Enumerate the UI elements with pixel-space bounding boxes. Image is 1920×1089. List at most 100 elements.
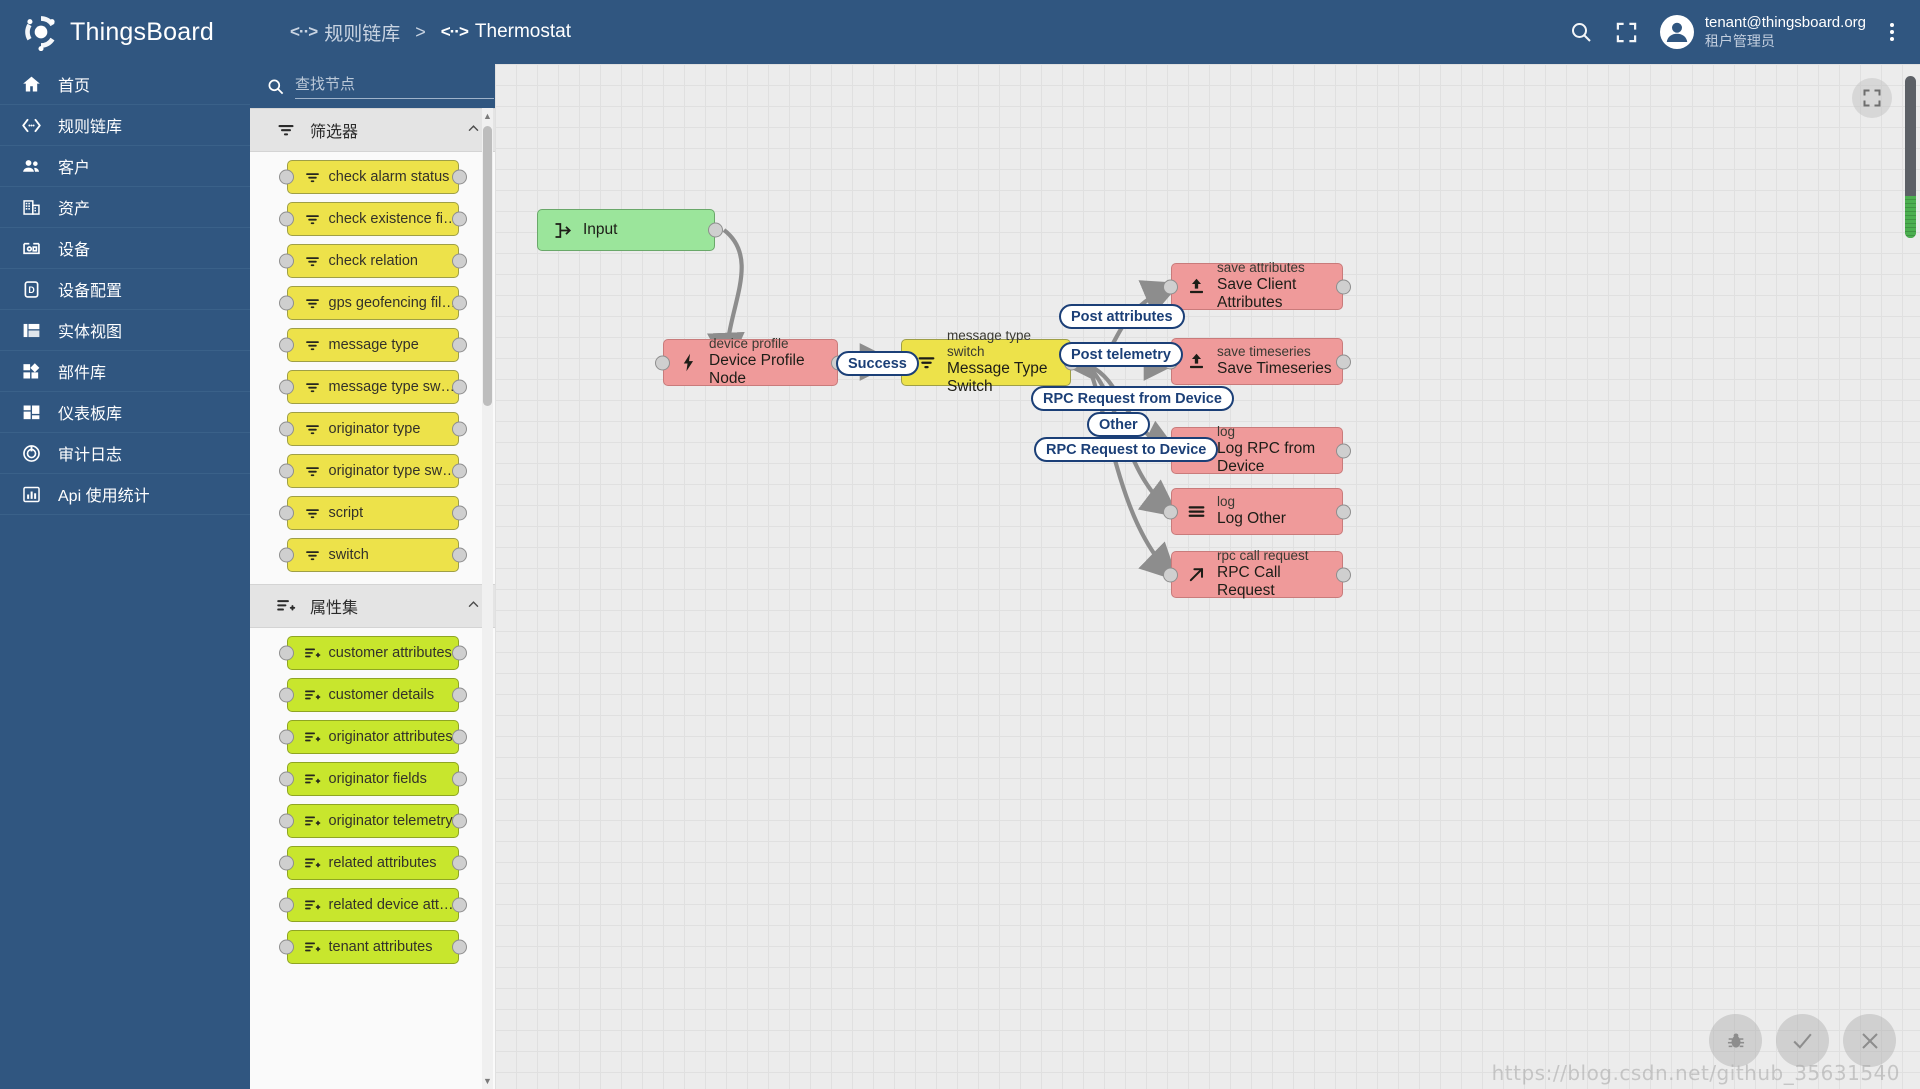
- node-port-left[interactable]: [278, 855, 294, 871]
- palette-node[interactable]: customer details: [278, 678, 467, 712]
- sidebar-item-9[interactable]: 仪表板库: [0, 392, 250, 433]
- node-port-left[interactable]: [1163, 504, 1178, 519]
- node-port-right[interactable]: [1336, 443, 1351, 458]
- sidebar-item-1[interactable]: 首页: [0, 64, 250, 105]
- relation-label[interactable]: RPC Request to Device: [1034, 437, 1219, 462]
- palette-node[interactable]: switch: [278, 538, 467, 572]
- node-port-left[interactable]: [278, 547, 294, 563]
- relation-label[interactable]: Success: [836, 351, 919, 376]
- node-port-left[interactable]: [278, 253, 294, 269]
- rulechain-canvas[interactable]: Input device profile Device Profile Node me…: [495, 64, 1920, 1089]
- node-port-right[interactable]: [451, 295, 467, 311]
- node-port-left[interactable]: [655, 355, 670, 370]
- sidebar-item-6[interactable]: D 设备配置: [0, 269, 250, 310]
- palette-node[interactable]: message type switch: [278, 370, 467, 404]
- palette-scrollbar[interactable]: ▲ ▼: [482, 108, 493, 1089]
- cancel-fab[interactable]: [1843, 1014, 1896, 1067]
- node-port-right[interactable]: [1336, 279, 1351, 294]
- palette-node[interactable]: message type: [278, 328, 467, 362]
- palette-node[interactable]: related device attribut…: [278, 888, 467, 922]
- palette-scrollbar-thumb[interactable]: [483, 126, 492, 406]
- palette-node[interactable]: related attributes: [278, 846, 467, 880]
- node-port-left[interactable]: [278, 813, 294, 829]
- node-port-right[interactable]: [451, 645, 467, 661]
- node-port-right[interactable]: [451, 771, 467, 787]
- node-port-left[interactable]: [278, 295, 294, 311]
- palette-section-header-2[interactable]: 属性集: [250, 584, 495, 628]
- node-port-right[interactable]: [451, 463, 467, 479]
- canvas-node-message-type-switch[interactable]: message type switch Message Type Switch: [893, 328, 1079, 395]
- sidebar-item-4[interactable]: 资产: [0, 187, 250, 228]
- palette-node[interactable]: customer attributes: [278, 636, 467, 670]
- palette-node[interactable]: check alarm status: [278, 160, 467, 194]
- node-port-right[interactable]: [451, 855, 467, 871]
- node-port-left[interactable]: [278, 379, 294, 395]
- node-port-right[interactable]: [451, 169, 467, 185]
- node-port-left[interactable]: [278, 337, 294, 353]
- fullscreen-icon[interactable]: [1614, 19, 1640, 45]
- caret-up-icon[interactable]: ▲: [482, 110, 493, 122]
- user-menu[interactable]: tenant@thingsboard.org 租户管理员: [1659, 14, 1866, 50]
- canvas-node-device-profile[interactable]: device profile Device Profile Node: [655, 336, 846, 387]
- more-vert-icon[interactable]: [1886, 19, 1898, 45]
- canvas-node-log-other[interactable]: log Log Other: [1163, 488, 1351, 535]
- palette-node[interactable]: gps geofencing filter: [278, 286, 467, 320]
- palette-node[interactable]: originator type: [278, 412, 467, 446]
- node-port-right[interactable]: [451, 897, 467, 913]
- node-port-left[interactable]: [278, 939, 294, 955]
- palette-node[interactable]: tenant attributes: [278, 930, 467, 964]
- node-port-right[interactable]: [451, 813, 467, 829]
- node-port-right[interactable]: [451, 687, 467, 703]
- palette-section-header-1[interactable]: 筛选器: [250, 108, 495, 152]
- node-port-left[interactable]: [278, 687, 294, 703]
- debug-fab[interactable]: [1709, 1014, 1762, 1067]
- node-port-right[interactable]: [451, 379, 467, 395]
- node-port-right[interactable]: [1336, 354, 1351, 369]
- node-port-left[interactable]: [278, 729, 294, 745]
- node-port-left[interactable]: [278, 505, 294, 521]
- breadcrumb-item-rulechains[interactable]: <··> 规则链库: [290, 19, 400, 46]
- node-port-left[interactable]: [1163, 567, 1178, 582]
- apply-fab[interactable]: [1776, 1014, 1829, 1067]
- search-input[interactable]: [295, 73, 494, 99]
- canvas-node-save-timeseries[interactable]: save timeseries Save Timeseries: [1163, 338, 1351, 385]
- node-port-right[interactable]: [451, 421, 467, 437]
- palette-node[interactable]: check relation: [278, 244, 467, 278]
- sidebar-item-2[interactable]: 规则链库: [0, 105, 250, 146]
- node-port-right[interactable]: [451, 729, 467, 745]
- palette-node[interactable]: originator telemetry: [278, 804, 467, 838]
- canvas-scrollbar[interactable]: [1905, 76, 1916, 238]
- node-port-left[interactable]: [278, 211, 294, 227]
- sidebar-item-10[interactable]: 审计日志: [0, 433, 250, 474]
- search-icon[interactable]: [1568, 19, 1594, 45]
- sidebar-item-5[interactable]: 设备: [0, 228, 250, 269]
- chevron-up-icon[interactable]: [466, 597, 481, 615]
- node-port-left[interactable]: [278, 463, 294, 479]
- relation-label[interactable]: Post telemetry: [1059, 342, 1183, 367]
- node-port-left[interactable]: [278, 169, 294, 185]
- node-port-right[interactable]: [451, 547, 467, 563]
- chevron-up-icon[interactable]: [466, 121, 481, 139]
- node-port-right[interactable]: [451, 253, 467, 269]
- sidebar-item-3[interactable]: 客户: [0, 146, 250, 187]
- canvas-node-rpc-call-request[interactable]: rpc call request RPC Call Request: [1163, 548, 1351, 599]
- node-port-right[interactable]: [451, 505, 467, 521]
- node-port-right[interactable]: [451, 939, 467, 955]
- brand-area[interactable]: ThingsBoard: [0, 0, 250, 64]
- sidebar-item-11[interactable]: Api 使用统计: [0, 474, 250, 515]
- sidebar-item-8[interactable]: 部件库: [0, 351, 250, 392]
- breadcrumb-item-thermostat[interactable]: <··> Thermostat: [441, 21, 571, 43]
- canvas-node-input[interactable]: Input: [537, 209, 723, 251]
- palette-node[interactable]: check existence fields: [278, 202, 467, 236]
- palette-node[interactable]: script: [278, 496, 467, 530]
- relation-label[interactable]: Other: [1087, 412, 1150, 437]
- node-port-left[interactable]: [278, 897, 294, 913]
- palette-node[interactable]: originator fields: [278, 762, 467, 796]
- node-port-left[interactable]: [278, 645, 294, 661]
- caret-down-icon[interactable]: ▼: [482, 1075, 493, 1087]
- relation-label[interactable]: RPC Request from Device: [1031, 386, 1234, 411]
- canvas-node-save-attributes[interactable]: save attributes Save Client Attributes: [1163, 260, 1351, 311]
- canvas-scrollbar-thumb[interactable]: [1905, 196, 1916, 238]
- sidebar-item-7[interactable]: 实体视图: [0, 310, 250, 351]
- node-port-left[interactable]: [278, 771, 294, 787]
